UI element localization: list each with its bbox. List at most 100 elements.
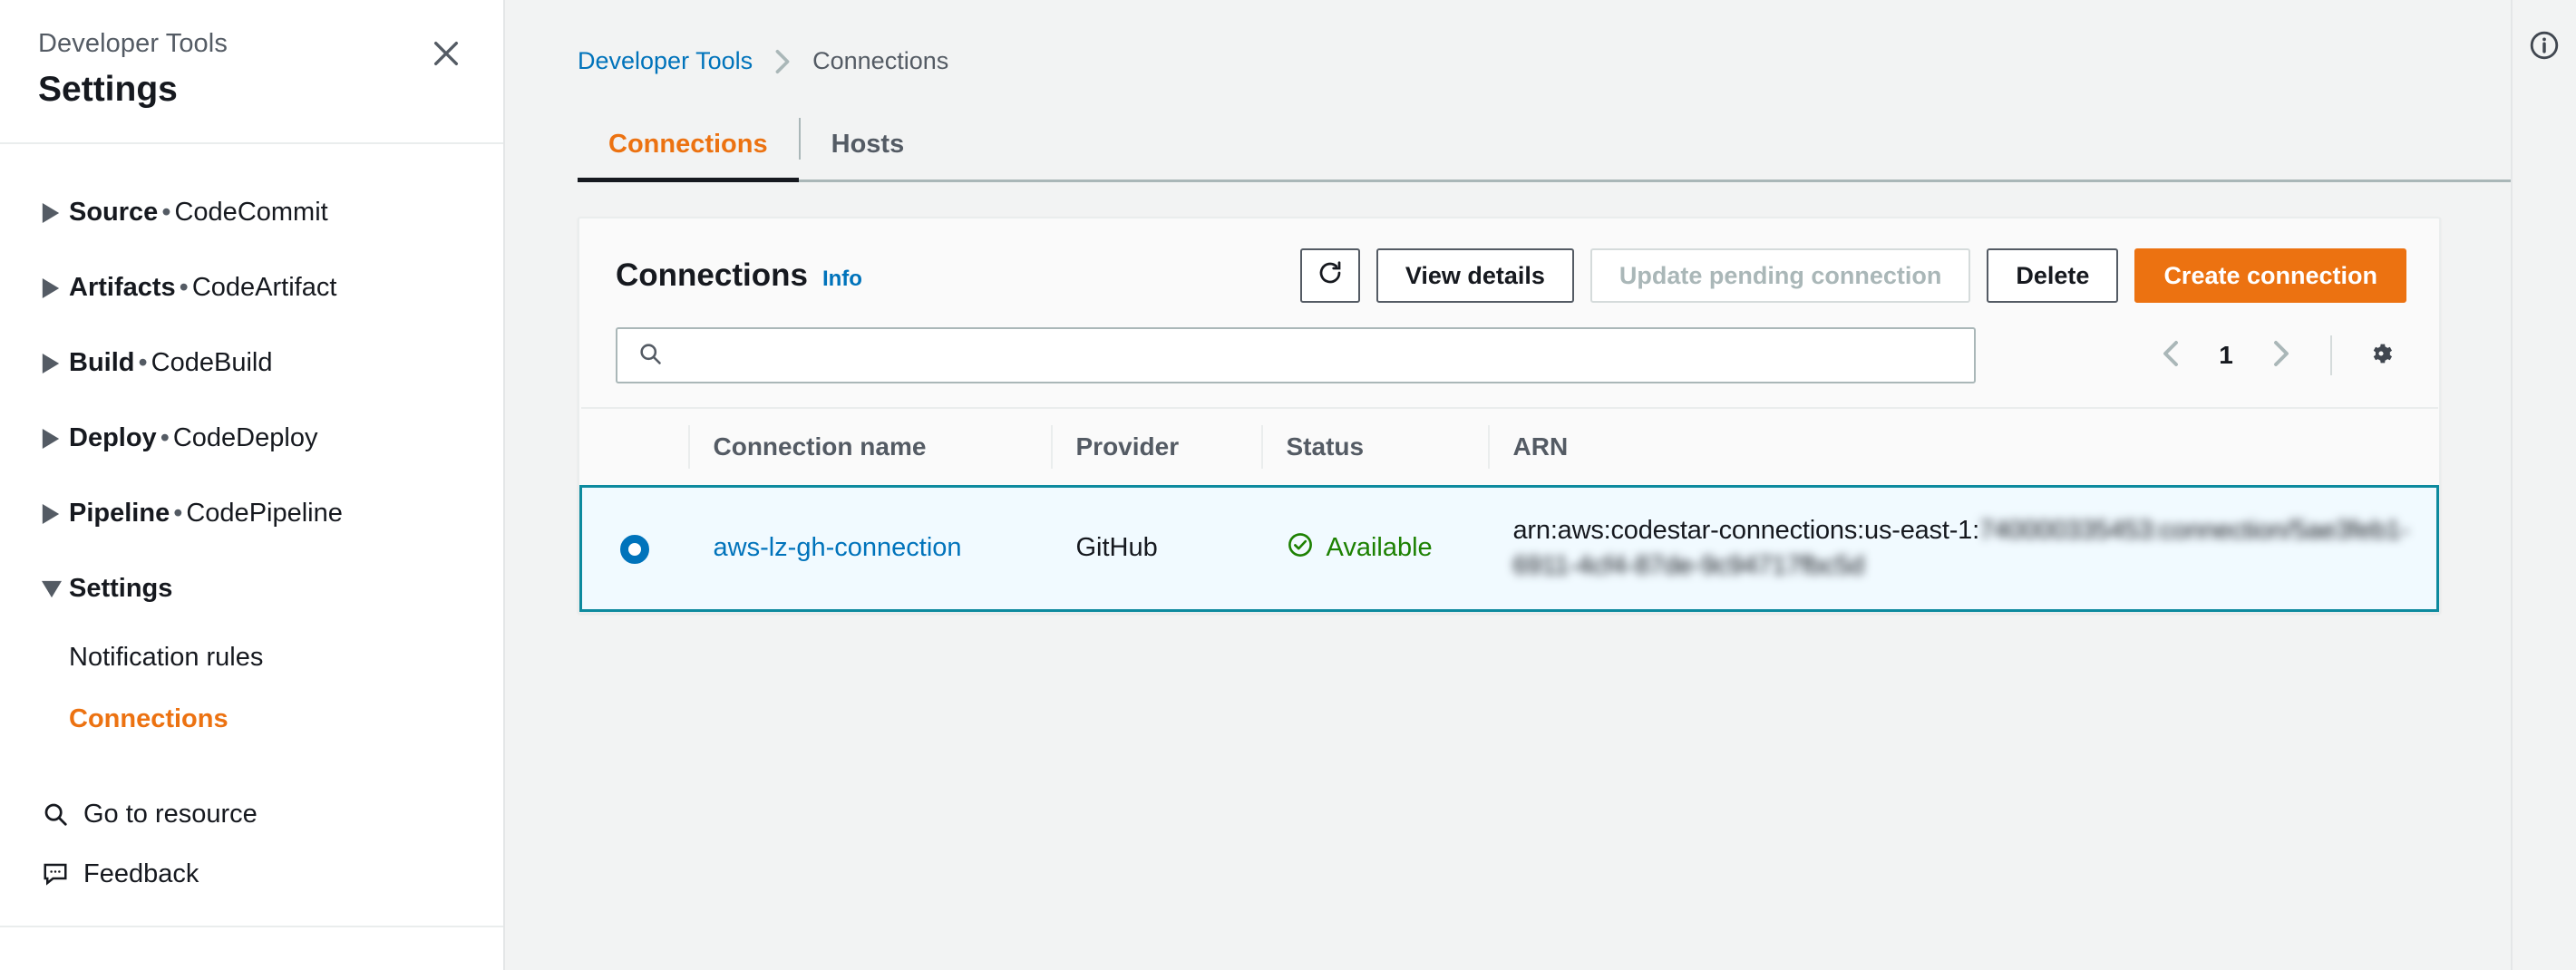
right-rail (2511, 0, 2576, 970)
sidebar-group-settings[interactable]: Settings (0, 551, 503, 626)
table-col-status[interactable]: Status (1260, 407, 1488, 488)
row-radio-selected[interactable] (620, 534, 650, 564)
refresh-button[interactable] (1299, 248, 1360, 303)
sidebar-item-connections[interactable]: Connections (0, 688, 503, 750)
table-col-provider[interactable]: Provider (1050, 407, 1261, 488)
create-connection-button[interactable]: Create connection (2134, 248, 2406, 303)
sidebar-item-notification-rules[interactable]: Notification rules (0, 626, 503, 688)
sidebar-group-deploy-name: Deploy (69, 423, 157, 453)
card-title-text: Connections (616, 257, 808, 293)
caret-right-icon (42, 503, 69, 524)
sidebar-group-artifacts-sep: • (179, 273, 189, 303)
row-arn-cell: arn:aws:codestar-connections:us-east-1:7… (1487, 485, 2439, 612)
sidebar-group-source-name: Source (69, 198, 159, 228)
sidebar-footer-divider (0, 926, 503, 927)
sidebar-group-source-service: CodeCommit (174, 198, 328, 228)
view-details-button[interactable]: View details (1375, 248, 1574, 303)
close-icon[interactable] (425, 33, 467, 74)
connection-name-link[interactable]: aws-lz-gh-connection (688, 533, 962, 562)
row-select-cell[interactable] (579, 485, 688, 612)
sidebar-header: Developer Tools Settings (0, 0, 503, 145)
sidebar-group-pipeline-sep: • (173, 499, 183, 529)
row-connection-name-cell: aws-lz-gh-connection (687, 485, 1051, 612)
feedback-label: Feedback (83, 858, 199, 888)
info-link[interactable]: Info (822, 267, 862, 292)
main-content: Developer Tools Connections Connections … (505, 0, 2511, 970)
sidebar-group-build[interactable]: Build • CodeBuild (0, 325, 503, 401)
pagination-divider (2330, 335, 2332, 375)
page-title: Connections Info (616, 257, 862, 294)
table-col-connection-name[interactable]: Connection name (687, 407, 1051, 488)
card-header: Connections Info View details Update pen… (579, 218, 2439, 307)
breadcrumb: Developer Tools Connections (578, 0, 2511, 75)
sidebar-title: Settings (38, 70, 178, 110)
sidebar-group-artifacts-name: Artifacts (69, 273, 176, 303)
table-preferences-button[interactable] (2356, 330, 2406, 381)
card-actions: View details Update pending connection D… (1299, 248, 2406, 303)
tab-hosts-label: Hosts (831, 130, 905, 159)
card-search-row: 1 (579, 307, 2439, 407)
caret-right-icon (42, 277, 69, 298)
refresh-icon (1317, 259, 1344, 293)
table-body: aws-lz-gh-connection GitHub Available ar… (579, 485, 2439, 612)
chevron-right-icon (2271, 340, 2291, 372)
sidebar-group-deploy-service: CodeDeploy (172, 423, 318, 453)
go-to-resource-button[interactable]: Go to resource (0, 784, 503, 844)
pagination: 1 (2145, 330, 2406, 381)
table-col-arn[interactable]: ARN (1487, 407, 2438, 488)
search-input[interactable] (677, 341, 1954, 370)
sidebar-group-deploy[interactable]: Deploy • CodeDeploy (0, 401, 503, 476)
pagination-prev-button[interactable] (2145, 330, 2196, 381)
search-icon (637, 341, 663, 371)
delete-button[interactable]: Delete (1987, 248, 2119, 303)
caret-right-icon (42, 202, 69, 223)
sidebar: Developer Tools Settings Source • CodeComm… (0, 0, 505, 970)
sidebar-group-pipeline[interactable]: Pipeline • CodePipeline (0, 476, 503, 551)
sidebar-group-artifacts[interactable]: Artifacts • CodeArtifact (0, 250, 503, 325)
connections-table: Connection name Provider Status ARN aws-… (579, 407, 2439, 612)
sidebar-item-connections-label: Connections (69, 703, 228, 733)
go-to-resource-label: Go to resource (83, 799, 258, 829)
table-row[interactable]: aws-lz-gh-connection GitHub Available ar… (579, 485, 2439, 612)
feedback-icon (42, 860, 83, 888)
sidebar-group-pipeline-name: Pipeline (69, 499, 170, 529)
caret-right-icon (42, 428, 69, 449)
breadcrumb-developer-tools[interactable]: Developer Tools (578, 47, 753, 75)
sidebar-group-build-sep: • (138, 348, 148, 378)
sidebar-group-settings-name: Settings (69, 574, 173, 604)
check-circle-icon (1287, 531, 1314, 566)
search-icon (42, 800, 83, 828)
tab-connections-label: Connections (608, 130, 768, 159)
tab-bar: Connections Hosts (578, 112, 2511, 182)
update-pending-connection-button[interactable]: Update pending connection (1589, 248, 1971, 303)
status-label: Available (1326, 533, 1433, 563)
arn-visible-part: arn:aws:codestar-connections:us-east-1: (1512, 516, 1980, 545)
sidebar-group-source[interactable]: Source • CodeCommit (0, 175, 503, 250)
provider-value: GitHub (1075, 533, 1158, 563)
sidebar-tools: Go to resource Feedback (0, 750, 503, 904)
sidebar-nav: Source • CodeCommit Artifacts • CodeArtifact… (0, 144, 503, 970)
table-header-row: Connection name Provider Status ARN (580, 407, 2438, 488)
chevron-left-icon (2161, 340, 2181, 372)
sidebar-group-build-service: CodeBuild (151, 348, 273, 378)
pagination-next-button[interactable] (2256, 330, 2307, 381)
tab-connections[interactable]: Connections (578, 112, 799, 182)
sidebar-eyebrow: Developer Tools (38, 29, 228, 58)
sidebar-group-artifacts-service: CodeArtifact (191, 273, 337, 303)
breadcrumb-connections[interactable]: Connections (812, 47, 948, 75)
caret-down-icon (42, 580, 69, 598)
gear-icon (2367, 339, 2396, 373)
tab-hosts[interactable]: Hosts (801, 112, 936, 179)
table-header: Connection name Provider Status ARN (580, 407, 2438, 488)
sidebar-group-build-name: Build (69, 348, 135, 378)
sidebar-group-deploy-sep: • (160, 423, 170, 453)
pagination-page-1[interactable]: 1 (2203, 341, 2249, 370)
info-circle-icon[interactable] (2521, 22, 2568, 69)
connections-card: Connections Info View details Update pen… (578, 217, 2441, 614)
feedback-button[interactable]: Feedback (0, 844, 503, 904)
chevron-right-icon (773, 49, 792, 74)
status-badge: Available (1261, 531, 1488, 566)
table-col-select (580, 407, 688, 488)
sidebar-item-notification-rules-label: Notification rules (69, 642, 264, 672)
search-box[interactable] (616, 327, 1976, 383)
